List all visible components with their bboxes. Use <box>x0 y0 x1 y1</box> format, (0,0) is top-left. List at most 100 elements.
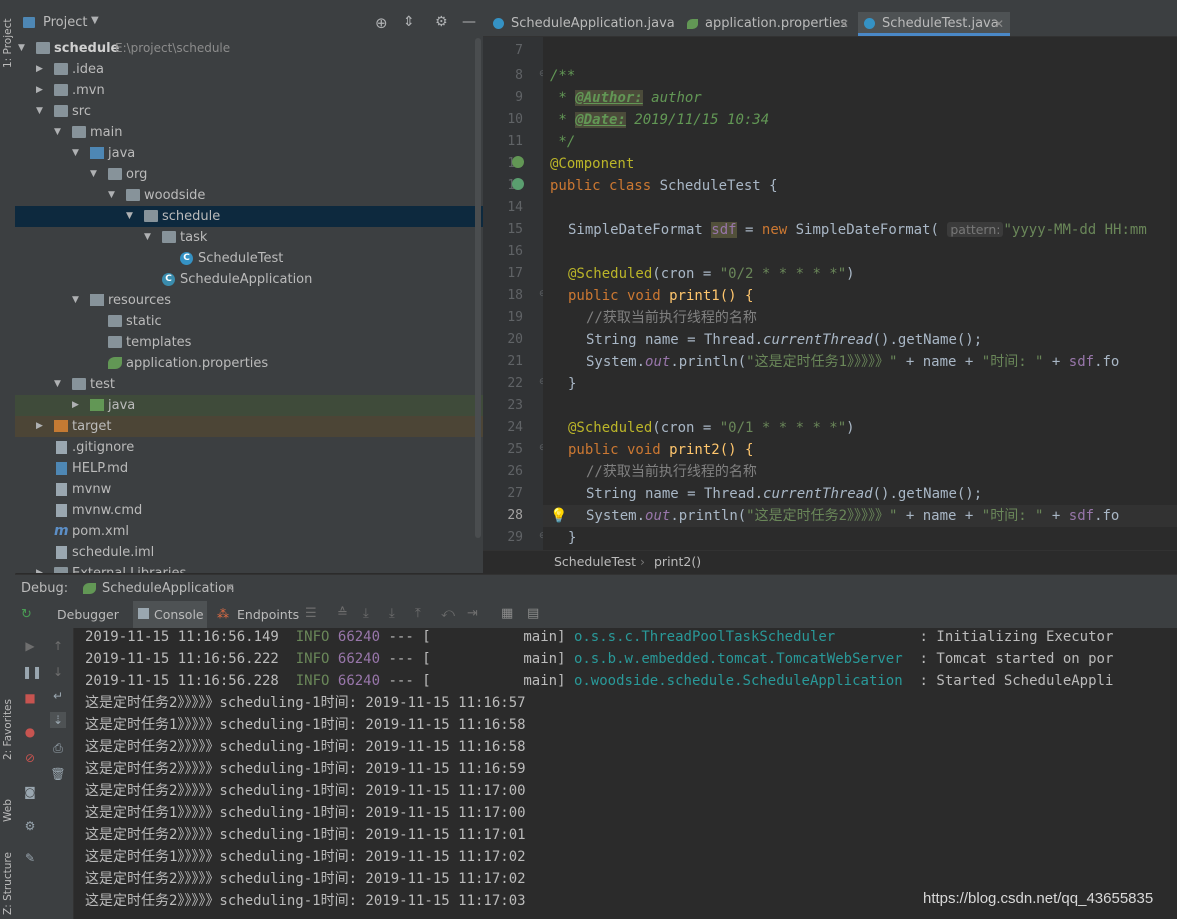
tab-application-properties[interactable]: application.properties ✕ <box>683 12 855 36</box>
tree-item-resources[interactable]: ▼ resources <box>15 290 483 311</box>
javadoc-tag-author: @Author: <box>575 90 643 106</box>
expand-arrow-icon[interactable]: ▼ <box>36 101 46 122</box>
tree-item-idea[interactable]: ▶ .idea <box>15 59 483 80</box>
tree-item-schedule-iml[interactable]: schedule.iml <box>15 542 483 563</box>
evaluate-expression-icon[interactable]: ▦ <box>501 606 513 621</box>
expand-arrow-icon[interactable]: ▼ <box>108 185 118 206</box>
expand-arrow-icon[interactable]: ▼ <box>54 374 64 395</box>
tree-item-pom-xml[interactable]: m pom.xml <box>15 521 483 542</box>
step-into-icon[interactable]: ⤓ <box>389 606 395 621</box>
show-execution-point-icon[interactable]: ≙ <box>337 606 348 621</box>
line-number: 27 <box>507 486 523 501</box>
debug-config-tab[interactable]: ScheduleApplication <box>102 581 234 596</box>
chevron-down-icon[interactable]: ▼ <box>91 15 99 26</box>
step-over-icon[interactable]: ⤓ <box>363 606 369 621</box>
soft-wrap-icon[interactable]: ↵ <box>50 688 66 704</box>
gear-icon[interactable]: ⚙ <box>22 818 38 834</box>
expand-arrow-icon[interactable]: ▼ <box>126 206 136 227</box>
tree-item-test-java[interactable]: ▶ java <box>15 395 483 416</box>
tree-item-templates[interactable]: templates <box>15 332 483 353</box>
code-editor[interactable]: /** * @Author: author * @Date: 2019/11/1… <box>543 37 1177 550</box>
expand-arrow-icon[interactable]: ▼ <box>18 38 28 59</box>
tree-item-woodside[interactable]: ▼ woodside <box>15 185 483 206</box>
tab-debugger[interactable]: Debugger <box>57 607 119 622</box>
expand-arrow-icon[interactable]: ▶ <box>36 563 46 573</box>
tree-scrollbar[interactable] <box>475 38 481 538</box>
pause-icon[interactable]: ❚❚ <box>22 664 42 680</box>
drop-frame-icon[interactable]: ⤺ <box>441 606 455 621</box>
tree-item-schedule-package[interactable]: ▼ schedule <box>15 206 483 227</box>
spring-bean-icon[interactable] <box>512 156 524 168</box>
tree-item-label: .gitignore <box>72 440 135 455</box>
project-panel: Project ▼ ⊕ ⇕ ⚙ — ▼ schedule E:\project\… <box>15 0 483 573</box>
resume-icon[interactable]: ▶ <box>22 638 38 654</box>
expand-arrow-icon[interactable]: ▼ <box>72 290 82 311</box>
tree-item-main[interactable]: ▼ main <box>15 122 483 143</box>
tree-item-label: application.properties <box>126 356 269 371</box>
scroll-to-end-icon[interactable]: ⇣ <box>50 712 66 728</box>
tree-item-mvnw-cmd[interactable]: mvnw.cmd <box>15 500 483 521</box>
tree-item-static[interactable]: static <box>15 311 483 332</box>
project-view-selector[interactable]: Project <box>43 15 87 30</box>
close-icon[interactable]: ✕ <box>225 581 235 595</box>
expand-arrow-icon[interactable]: ▶ <box>36 80 46 101</box>
tree-item-task[interactable]: ▼ task <box>15 227 483 248</box>
tree-item-scheduleapplication[interactable]: C ScheduleApplication <box>15 269 483 290</box>
tree-item-external-libraries[interactable]: ▶ External Libraries <box>15 563 483 573</box>
tab-scheduleapplication[interactable]: ScheduleApplication.java <box>489 12 681 36</box>
output-line: 这是定时任务2》》》》》scheduling-1时间: 2019-11-15 1… <box>85 893 526 909</box>
tree-item-application-properties[interactable]: application.properties <box>15 353 483 374</box>
expand-arrow-icon[interactable]: ▼ <box>90 164 100 185</box>
run-to-cursor-icon[interactable]: ⇥ <box>467 606 478 621</box>
view-breakpoints-icon[interactable]: ● <box>22 724 38 740</box>
tree-item-java[interactable]: ▼ java <box>15 143 483 164</box>
tree-item-scheduletest[interactable]: C ScheduleTest <box>15 248 483 269</box>
expand-arrow-icon[interactable]: ▶ <box>72 395 82 416</box>
spring-bean-icon[interactable] <box>512 178 524 190</box>
tree-item-gitignore[interactable]: .gitignore <box>15 437 483 458</box>
tree-item-src[interactable]: ▼ src <box>15 101 483 122</box>
lightbulb-icon[interactable]: 💡 <box>550 508 567 524</box>
collapse-all-icon[interactable]: ⇕ <box>403 14 415 30</box>
expand-arrow-icon[interactable]: ▼ <box>72 143 82 164</box>
tree-item-test[interactable]: ▼ test <box>15 374 483 395</box>
tree-item-help-md[interactable]: HELP.md <box>15 458 483 479</box>
camera-icon[interactable]: ◙ <box>22 784 38 800</box>
tree-item-target[interactable]: ▶ target <box>15 416 483 437</box>
line-number: 25 <box>507 442 523 457</box>
mute-breakpoints-icon[interactable]: ⊘ <box>22 750 38 766</box>
tree-item-org[interactable]: ▼ org <box>15 164 483 185</box>
tree-item-mvn[interactable]: ▶ .mvn <box>15 80 483 101</box>
line-number: 9 <box>515 90 523 105</box>
breadcrumb-class[interactable]: ScheduleTest <box>554 551 636 573</box>
gear-icon[interactable]: ⚙ <box>435 14 448 30</box>
close-icon[interactable]: ✕ <box>839 12 849 36</box>
expand-arrow-icon[interactable]: ▶ <box>36 59 46 80</box>
close-icon[interactable]: ✕ <box>994 12 1004 36</box>
tab-endpoints[interactable]: Endpoints <box>237 607 299 622</box>
tree-item-mvnw[interactable]: mvnw <box>15 479 483 500</box>
down-arrow-icon[interactable]: ↓ <box>50 664 66 680</box>
code-text: String name = Thread. <box>586 486 764 502</box>
trace-icon[interactable]: ▤ <box>527 606 539 621</box>
log-line: 2019-11-15 11:16:56.228 INFO 66240 --- [… <box>85 670 1113 692</box>
step-out-icon[interactable]: ⤒ <box>415 606 421 621</box>
log-line: 2019-11-15 11:16:56.149 INFO 66240 --- [… <box>85 628 1113 648</box>
tab-scheduletest[interactable]: ScheduleTest.java ✕ <box>858 12 1010 36</box>
tab-console[interactable]: Console <box>133 601 207 628</box>
print-icon[interactable]: ⎙ <box>50 740 66 756</box>
up-arrow-icon[interactable]: ↑ <box>50 638 66 654</box>
breadcrumb-method[interactable]: print2() <box>654 551 701 573</box>
expand-arrow-icon[interactable]: ▼ <box>144 227 154 248</box>
tree-item-schedule-root[interactable]: ▼ schedule E:\project\schedule <box>15 38 483 59</box>
trash-icon[interactable]: 🗑 <box>50 766 66 782</box>
locate-file-icon[interactable]: ⊕ <box>375 14 388 32</box>
rerun-icon[interactable]: ↻ <box>21 607 32 622</box>
pin-icon[interactable]: ✎ <box>22 850 38 866</box>
expand-arrow-icon[interactable]: ▶ <box>36 416 46 437</box>
expand-arrow-icon[interactable]: ▼ <box>54 122 64 143</box>
menu-icon[interactable]: ☰ <box>305 606 317 621</box>
stop-icon[interactable]: ■ <box>22 690 38 706</box>
console-output[interactable]: 2019-11-15 11:16:56.149 INFO 66240 --- [… <box>74 628 1177 919</box>
hide-panel-icon[interactable]: — <box>462 14 476 30</box>
